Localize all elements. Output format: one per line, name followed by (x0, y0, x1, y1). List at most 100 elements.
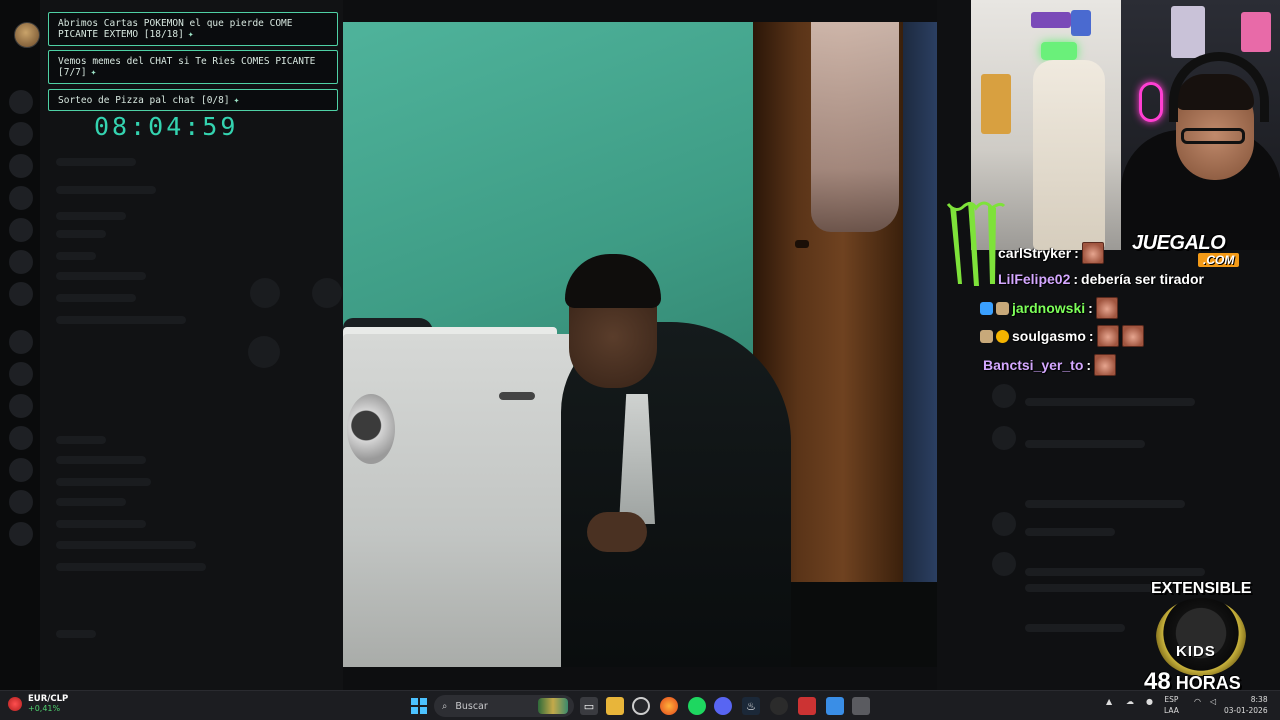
subscriber-badge-icon (980, 301, 993, 315)
sponsor-logo: JUEGALO (1132, 232, 1226, 255)
chat-separator: : (1074, 245, 1079, 261)
chat-username: soulgasmo (1012, 328, 1086, 344)
ticker-change: +0,41% (28, 704, 61, 713)
channel-row (56, 186, 156, 194)
server-icon (9, 330, 33, 354)
steam-icon[interactable]: ♨ (742, 697, 760, 715)
gift-badge-icon (996, 329, 1009, 343)
chat-row (1025, 584, 1155, 592)
goal-text: Vemos memes del CHAT si Te Ries COMES PI… (58, 56, 316, 78)
bits-badge-icon (980, 329, 993, 343)
record-icon[interactable] (770, 697, 788, 715)
goal-text: Abrimos Cartas POKEMON el que pierde COM… (58, 18, 293, 40)
chat-message: LilFelipe02 : debería ser tirador (998, 271, 1204, 287)
video-scene-hand (587, 512, 647, 552)
chat-text: debería ser tirador (1081, 271, 1204, 287)
shelf-box (981, 74, 1011, 134)
channel-row (56, 520, 146, 528)
channel-row (56, 436, 106, 444)
streamer-avatar (14, 22, 40, 48)
server-icon (9, 154, 33, 178)
server-icon (9, 90, 33, 114)
channel-row (56, 230, 106, 238)
chat-username: Banctsi_yer_to (983, 357, 1084, 373)
server-icon (9, 394, 33, 418)
neon-light-pink (1139, 82, 1163, 122)
server-rail (0, 0, 40, 690)
server-icon (9, 458, 33, 482)
chat-avatar (992, 552, 1016, 576)
neon-sign (1041, 42, 1077, 60)
notepad-icon[interactable] (826, 697, 844, 715)
extensible-badge: KIDS (1176, 643, 1216, 660)
windows-taskbar: EUR/CLP +0,41% ⌕ Buscar ▭ ♨ ▲ ☁ ● ESP LA… (0, 690, 1280, 720)
input-language[interactable]: ESP LAA (1164, 694, 1179, 716)
channel-row (56, 212, 126, 220)
server-icon (9, 490, 33, 514)
chat-message: jardnowski : (980, 297, 1118, 319)
discord-icon[interactable] (714, 697, 732, 715)
language-layout: LAA (1164, 706, 1179, 715)
volume-icon[interactable]: ◁ (1210, 697, 1216, 706)
obs-icon[interactable] (632, 697, 650, 715)
chat-avatar (992, 426, 1016, 450)
store-icon[interactable] (798, 697, 816, 715)
search-highlight-image (538, 698, 568, 714)
chat-separator: : (1086, 357, 1092, 373)
task-view-icon[interactable]: ▭ (580, 697, 598, 715)
sponsor-name: JUEGALO (1132, 232, 1226, 254)
channel-row (56, 541, 196, 549)
microphone-icon[interactable]: ● (1146, 697, 1153, 706)
taskbar-search[interactable]: ⌕ Buscar (434, 695, 574, 717)
video-scene-fridge (343, 334, 573, 667)
member-avatar (312, 278, 342, 308)
headset-icon (1169, 52, 1269, 122)
file-explorer-icon[interactable] (606, 697, 624, 715)
chat-message: Banctsi_yer_to : (983, 354, 1117, 376)
bits-badge-icon (996, 301, 1009, 315)
shelf-box (1241, 12, 1271, 52)
emote-icon (1081, 242, 1104, 264)
spotify-icon[interactable] (688, 697, 706, 715)
system-clock[interactable]: 8:38 03-01-2026 (1224, 694, 1268, 716)
search-icon: ⌕ (442, 700, 448, 712)
chat-row (1025, 624, 1125, 632)
windows-start-icon[interactable] (410, 697, 428, 715)
snipping-icon[interactable] (852, 697, 870, 715)
shelf-figure (1071, 10, 1091, 36)
extensible-title: EXTENSIBLE (1151, 580, 1252, 597)
channel-row (56, 316, 186, 324)
chevron-up-icon[interactable]: ▲ (1106, 697, 1112, 706)
wifi-icon[interactable]: ◠ (1194, 697, 1201, 706)
server-icon (9, 362, 33, 386)
shelf-figure (1171, 6, 1205, 58)
server-icon (9, 250, 33, 274)
stock-ticker-widget[interactable]: EUR/CLP +0,41% (8, 694, 68, 714)
clock-time: 8:38 (1250, 695, 1268, 704)
emote-icon (1096, 325, 1119, 347)
chat-username: carlStryker (998, 245, 1072, 261)
chat-avatar (992, 512, 1016, 536)
webcam-chair (1033, 60, 1105, 250)
server-icon (9, 426, 33, 450)
chat-row (1025, 398, 1195, 406)
channel-row (56, 294, 136, 302)
stream-scene: Abrimos Cartas POKEMON el que pierde COM… (0, 0, 1280, 720)
chat-row (1025, 528, 1115, 536)
chat-row (1025, 500, 1185, 508)
currency-flag-icon (8, 697, 22, 711)
glasses-icon (1181, 128, 1245, 144)
channel-row (56, 456, 146, 464)
channel-row (56, 272, 146, 280)
chat-username: LilFelipe02 (998, 271, 1071, 287)
video-scene-fridge-handle (347, 394, 395, 464)
main-video-player[interactable] (343, 22, 937, 667)
chat-separator: : (1088, 328, 1094, 344)
channel-row (56, 498, 126, 506)
member-avatar (248, 336, 280, 368)
extensible-mascot-logo (1156, 598, 1246, 676)
server-icon (9, 218, 33, 242)
network-icon[interactable]: ☁ (1126, 697, 1134, 706)
language-code: ESP (1164, 695, 1179, 704)
firefox-icon[interactable] (660, 697, 678, 715)
